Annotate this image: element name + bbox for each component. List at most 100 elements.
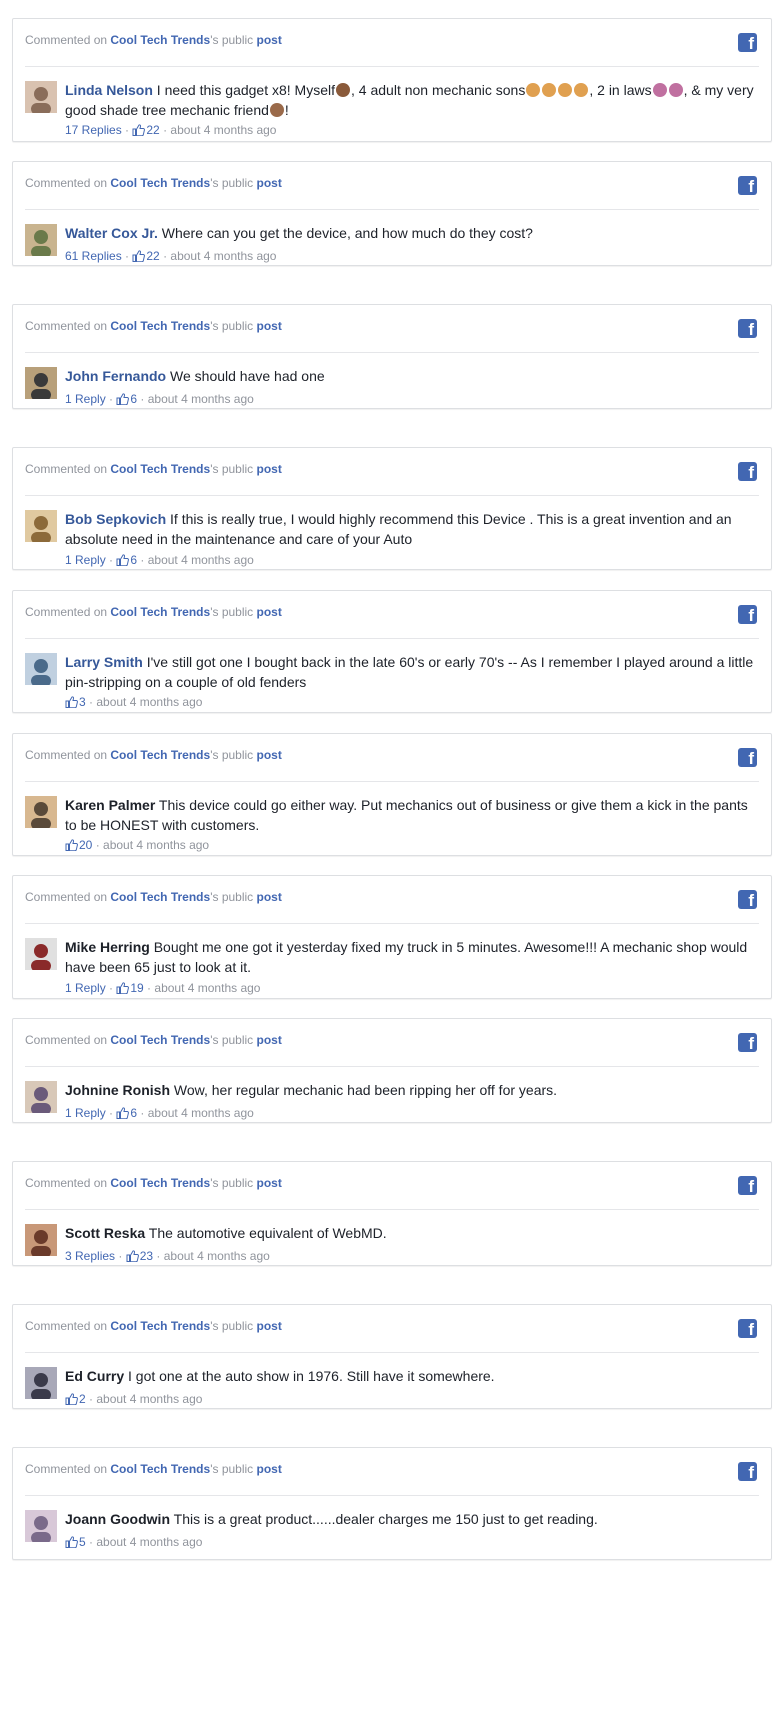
facebook-icon[interactable]: f: [738, 462, 757, 481]
timestamp: about 4 months ago: [170, 249, 277, 263]
replies-link[interactable]: 1 Reply: [65, 1106, 106, 1120]
comment-card: Commented on Cool Tech Trends's public p…: [12, 18, 772, 142]
post-link[interactable]: post: [257, 605, 282, 619]
thumbs-up-icon[interactable]: [132, 250, 146, 265]
facebook-icon[interactable]: f: [738, 605, 757, 624]
divider: [25, 1352, 759, 1353]
avatar[interactable]: [25, 796, 57, 828]
page-name-link[interactable]: Cool Tech Trends: [110, 605, 210, 619]
page-name-link[interactable]: Cool Tech Trends: [110, 748, 210, 762]
avatar[interactable]: [25, 1367, 57, 1399]
thumbs-up-icon[interactable]: [65, 696, 78, 711]
replies-link[interactable]: 1 Reply: [65, 392, 106, 406]
author-name[interactable]: John Fernando: [65, 368, 166, 384]
comment-text: Walter Cox Jr. Where can you get the dev…: [65, 223, 757, 243]
page-name-link[interactable]: Cool Tech Trends: [110, 33, 210, 47]
avatar[interactable]: [25, 1224, 57, 1256]
post-link[interactable]: post: [257, 1319, 282, 1333]
avatar[interactable]: [25, 367, 57, 399]
thumbs-up-icon[interactable]: [116, 554, 130, 569]
post-link[interactable]: post: [257, 748, 282, 762]
author-name[interactable]: Karen Palmer: [65, 797, 155, 813]
comment-body: This device could go either way. Put mec…: [65, 797, 748, 833]
page-name-link[interactable]: Cool Tech Trends: [110, 1176, 210, 1190]
thumbs-up-icon[interactable]: [65, 1393, 78, 1408]
source-suffix: 's public: [210, 33, 254, 47]
separator: ·: [137, 553, 148, 567]
post-link[interactable]: post: [257, 176, 282, 190]
author-name[interactable]: Linda Nelson: [65, 82, 153, 98]
avatar[interactable]: [25, 1510, 57, 1542]
replies-link[interactable]: 61 Replies: [65, 249, 122, 263]
thumbs-up-icon[interactable]: [116, 393, 130, 408]
post-link[interactable]: post: [257, 890, 282, 904]
author-name[interactable]: Johnine Ronish: [65, 1082, 170, 1098]
author-name[interactable]: Ed Curry: [65, 1368, 124, 1384]
comment-text-part: !: [284, 102, 289, 118]
source-suffix: 's public: [210, 1033, 254, 1047]
page-name-link[interactable]: Cool Tech Trends: [110, 1033, 210, 1047]
page-name-link[interactable]: Cool Tech Trends: [110, 1462, 210, 1476]
like-count: 2: [79, 1392, 86, 1406]
facebook-icon[interactable]: f: [738, 1176, 757, 1195]
timestamp: about 4 months ago: [103, 838, 210, 852]
avatar[interactable]: [25, 1081, 57, 1113]
timestamp: about 4 months ago: [147, 553, 254, 567]
facebook-icon[interactable]: f: [738, 890, 757, 909]
page-name-link[interactable]: Cool Tech Trends: [110, 890, 210, 904]
divider: [25, 1209, 759, 1210]
author-name[interactable]: Larry Smith: [65, 654, 143, 670]
like-count: 5: [79, 1535, 86, 1549]
source-prefix: Commented on: [25, 748, 108, 762]
facebook-icon[interactable]: f: [738, 319, 757, 338]
facebook-icon[interactable]: f: [738, 748, 757, 767]
post-link[interactable]: post: [257, 319, 282, 333]
post-link[interactable]: post: [257, 1176, 282, 1190]
post-link[interactable]: post: [257, 33, 282, 47]
page-name-link[interactable]: Cool Tech Trends: [110, 462, 210, 476]
avatar[interactable]: [25, 81, 57, 113]
facebook-icon[interactable]: f: [738, 1462, 757, 1481]
comment-card: Commented on Cool Tech Trends's public p…: [12, 304, 772, 409]
thumbs-up-icon[interactable]: [65, 1536, 78, 1551]
timestamp: about 4 months ago: [170, 123, 277, 137]
replies-link[interactable]: 1 Reply: [65, 553, 106, 567]
facebook-icon[interactable]: f: [738, 33, 757, 52]
emoji-icon: [542, 83, 557, 97]
avatar[interactable]: [25, 653, 57, 685]
comment-text: Karen Palmer This device could go either…: [65, 795, 757, 835]
facebook-icon[interactable]: f: [738, 1033, 757, 1052]
author-name[interactable]: Scott Reska: [65, 1225, 145, 1241]
comment-text: Mike Herring Bought me one got it yester…: [65, 937, 757, 977]
avatar[interactable]: [25, 510, 57, 542]
author-name[interactable]: Joann Goodwin: [65, 1511, 170, 1527]
replies-link[interactable]: 17 Replies: [65, 123, 122, 137]
author-name[interactable]: Walter Cox Jr.: [65, 225, 158, 241]
thumbs-up-icon[interactable]: [126, 1250, 139, 1265]
avatar[interactable]: [25, 938, 57, 970]
author-name[interactable]: Mike Herring: [65, 939, 150, 955]
emoji-icon: [336, 83, 351, 97]
page-name-link[interactable]: Cool Tech Trends: [110, 176, 210, 190]
avatar[interactable]: [25, 224, 57, 256]
thumbs-up-icon[interactable]: [116, 982, 130, 997]
page-name-link[interactable]: Cool Tech Trends: [110, 319, 210, 333]
thumbs-up-icon[interactable]: [65, 839, 78, 854]
post-link[interactable]: post: [257, 1033, 282, 1047]
thumbs-up-icon[interactable]: [116, 1107, 130, 1122]
facebook-icon[interactable]: f: [738, 176, 757, 195]
timestamp: about 4 months ago: [147, 392, 254, 406]
timestamp: about 4 months ago: [147, 1106, 254, 1120]
page-name-link[interactable]: Cool Tech Trends: [110, 1319, 210, 1333]
timestamp: about 4 months ago: [96, 1392, 203, 1406]
source-suffix: 's public: [210, 1176, 254, 1190]
post-link[interactable]: post: [257, 1462, 282, 1476]
comment-meta: 17 Replies · 22 · about 4 months ago: [65, 123, 276, 139]
author-name[interactable]: Bob Sepkovich: [65, 511, 166, 527]
facebook-icon[interactable]: f: [738, 1319, 757, 1338]
replies-link[interactable]: 3 Replies: [65, 1249, 115, 1263]
replies-link[interactable]: 1 Reply: [65, 981, 106, 995]
comment-card: Commented on Cool Tech Trends's public p…: [12, 875, 772, 999]
post-link[interactable]: post: [257, 462, 282, 476]
thumbs-up-icon[interactable]: [132, 124, 146, 139]
